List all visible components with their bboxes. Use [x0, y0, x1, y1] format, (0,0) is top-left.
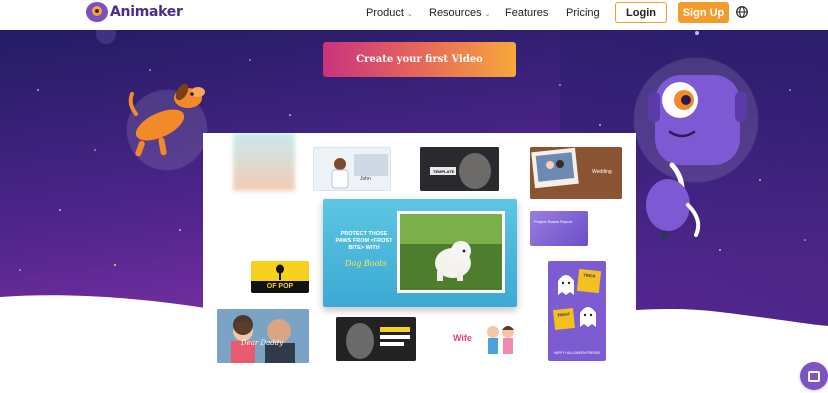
- nav-product-label: Product: [366, 7, 404, 19]
- template-card-presenter[interactable]: John: [313, 147, 391, 191]
- chat-button[interactable]: [800, 362, 828, 390]
- template-card-report[interactable]: Project Status Report: [530, 211, 588, 246]
- globe-icon[interactable]: [736, 6, 748, 18]
- brand-name: Animaker: [110, 4, 183, 20]
- halloween-label: HAPPY HALLOWEEN FRIENDS: [553, 351, 601, 355]
- template-card-blurred[interactable]: [233, 133, 295, 191]
- brand-logo[interactable]: Animaker: [86, 1, 183, 23]
- pop-label: OF POP: [251, 281, 309, 293]
- template-card-wife[interactable]: Wife: [441, 319, 521, 361]
- nav-product[interactable]: Product ⌄: [366, 6, 413, 20]
- template-card-pop[interactable]: OF POP: [251, 261, 309, 293]
- nav-pricing[interactable]: Pricing: [566, 6, 600, 20]
- animaker-logo-icon: [86, 2, 108, 22]
- create-video-button[interactable]: Create your first Video: [323, 42, 516, 77]
- presenter-name: John: [360, 176, 371, 182]
- template-card-fitness[interactable]: [336, 317, 416, 361]
- top-nav: Animaker Product ⌄ Resources ⌄ Features …: [0, 0, 828, 30]
- template-showcase: John TEMPLATE Wedding PROTECT THOSE PAWS…: [203, 133, 636, 375]
- signup-button[interactable]: Sign Up: [678, 2, 729, 23]
- nav-features[interactable]: Features: [505, 6, 548, 20]
- nav-resources[interactable]: Resources ⌄: [429, 6, 490, 20]
- gym-illustration: [420, 147, 499, 191]
- puppy-photo: [397, 211, 505, 293]
- template-card-gym[interactable]: TEMPLATE: [420, 147, 499, 191]
- dog-boots-script: Dog Boots: [345, 259, 387, 268]
- wedding-label: Wedding: [592, 169, 612, 175]
- template-card-wedding[interactable]: Wedding: [530, 147, 622, 199]
- login-button[interactable]: Login: [615, 2, 667, 23]
- dog-boots-headline: PROTECT THOSE PAWS FROM <FROST BITE> WIT…: [335, 231, 393, 251]
- dad-label: Dear Daddy: [241, 339, 284, 347]
- nav-resources-label: Resources: [429, 7, 482, 19]
- wife-label: Wife: [453, 333, 472, 343]
- template-card-dog-boots[interactable]: PROTECT THOSE PAWS FROM <FROST BITE> WIT…: [323, 199, 517, 307]
- couple-illustration: [487, 326, 514, 354]
- chevron-down-icon: ⌄: [484, 10, 491, 18]
- template-card-halloween[interactable]: TRICK TREAT HAPPY HALLOWEEN FRIENDS: [548, 261, 606, 361]
- chat-icon: [808, 370, 820, 382]
- nav-features-label: Features: [505, 7, 549, 19]
- template-card-dad[interactable]: Dear Daddy: [217, 309, 309, 363]
- microphone-icon: [276, 264, 284, 280]
- ghost-illustration: [558, 275, 596, 327]
- nav-pricing-label: Pricing: [566, 7, 600, 19]
- chevron-down-icon: ⌄: [406, 10, 413, 18]
- report-label: Project Status Report: [534, 219, 573, 224]
- fitness-photo: [336, 317, 416, 361]
- dad-photo: [217, 309, 309, 363]
- gym-label: TEMPLATE: [433, 169, 455, 174]
- presenter-illustration: [331, 154, 388, 189]
